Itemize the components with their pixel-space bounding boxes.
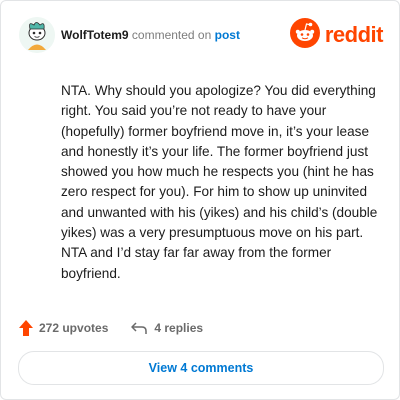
upvote-arrow-icon (19, 320, 33, 336)
comment-body: NTA. Why should you apologize? You did e… (61, 83, 378, 281)
username-link[interactable]: WolfTotem9 (61, 28, 129, 42)
replies-count: 4 replies (154, 321, 204, 335)
comment-header: WolfTotem9 commented on post reddit (19, 17, 384, 53)
comment-actions: 272 upvotes 4 replies (19, 319, 203, 337)
reddit-snoo-icon (289, 17, 320, 53)
upvote-button[interactable]: 272 upvotes (19, 320, 108, 336)
reddit-logo[interactable]: reddit (289, 17, 384, 53)
reddit-wordmark: reddit (324, 22, 384, 47)
commented-on-text: commented on (131, 28, 212, 42)
reply-arrow-icon (131, 322, 148, 334)
comment-byline: WolfTotem9 commented on post (61, 28, 240, 42)
replies-button[interactable]: 4 replies (130, 321, 203, 335)
post-link[interactable]: post (215, 28, 240, 42)
comment-card: WolfTotem9 commented on post reddit NTA.… (0, 0, 400, 400)
view-comments-button[interactable]: View 4 comments (18, 351, 384, 385)
upvote-count: 272 upvotes (39, 321, 109, 335)
user-avatar-icon[interactable] (19, 17, 55, 53)
